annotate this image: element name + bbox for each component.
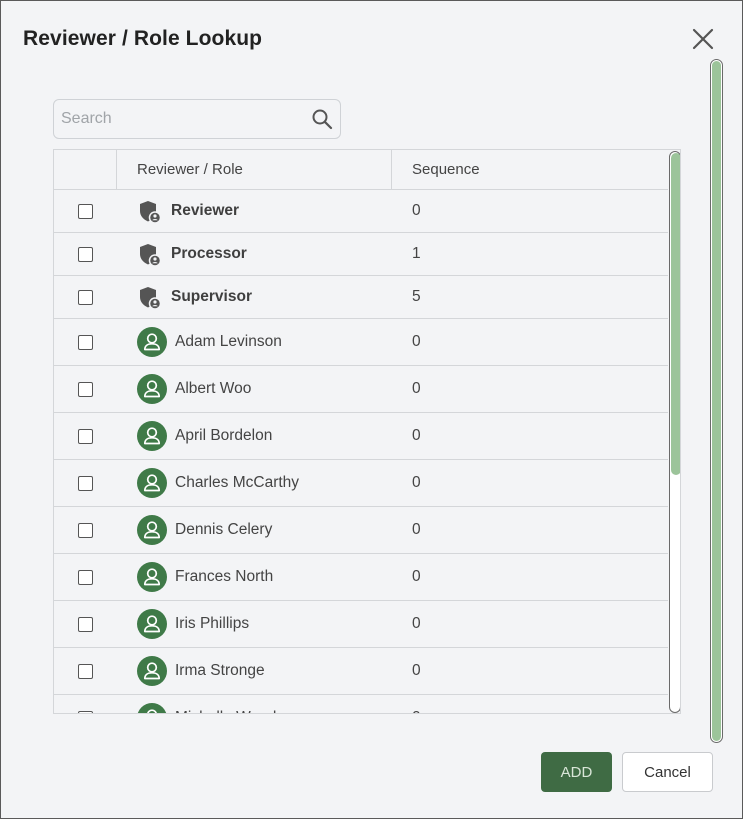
row-checkbox[interactable] — [78, 570, 93, 585]
reviewer-name: Iris Phillips — [175, 615, 250, 632]
role-name: Reviewer — [171, 202, 240, 219]
reviewer-name: Charles McCarthy — [175, 474, 300, 491]
user-avatar-icon — [137, 421, 167, 451]
reviewer-name: Michelle Woods — [175, 709, 284, 713]
reviewer-name: April Bordelon — [175, 427, 273, 444]
close-icon — [692, 28, 714, 50]
table-row[interactable]: Supervisor 5 — [54, 276, 668, 319]
user-avatar-icon — [137, 515, 167, 545]
grid-header: Reviewer / Role Sequence — [54, 150, 668, 190]
grid-scrollbar-rail[interactable] — [669, 151, 680, 713]
grid-scrollbar[interactable] — [668, 150, 680, 713]
sequence-value: 0 — [412, 521, 421, 538]
grid-scrollbar-thumb[interactable] — [671, 153, 680, 475]
row-checkbox[interactable] — [78, 523, 93, 538]
header-select-column — [54, 150, 117, 190]
sequence-value: 0 — [412, 380, 421, 397]
row-checkbox[interactable] — [78, 204, 93, 219]
row-checkbox[interactable] — [78, 429, 93, 444]
row-checkbox[interactable] — [78, 617, 93, 632]
sequence-value: 0 — [412, 568, 421, 585]
sequence-value: 0 — [412, 474, 421, 491]
table-row[interactable]: April Bordelon 0 — [54, 413, 668, 460]
role-name: Supervisor — [171, 288, 252, 305]
grid-body: Reviewer 0 Processor 1 Supervisor 5 Adam Le… — [54, 190, 668, 713]
row-checkbox[interactable] — [78, 711, 93, 713]
header-sequence[interactable]: Sequence — [392, 150, 668, 190]
user-avatar-icon — [137, 562, 167, 592]
header-reviewer-role[interactable]: Reviewer / Role — [117, 150, 392, 190]
shield-user-icon — [139, 200, 162, 224]
user-avatar-icon — [137, 374, 167, 404]
user-avatar-icon — [137, 468, 167, 498]
sequence-value: 0 — [412, 333, 421, 350]
search-icon[interactable] — [311, 108, 333, 130]
role-name: Processor — [171, 245, 247, 262]
row-checkbox[interactable] — [78, 247, 93, 262]
user-avatar-icon — [137, 327, 167, 357]
table-row[interactable]: Irma Stronge 0 — [54, 648, 668, 695]
table-row[interactable]: Frances North 0 — [54, 554, 668, 601]
user-avatar-icon — [137, 609, 167, 639]
cancel-button[interactable]: Cancel — [622, 752, 713, 792]
sequence-value: 0 — [412, 709, 421, 713]
shield-user-icon — [139, 286, 162, 310]
sequence-value: 5 — [412, 288, 421, 305]
sequence-value: 0 — [412, 615, 421, 632]
dialog-scrollbar-thumb[interactable] — [712, 61, 721, 741]
table-row[interactable]: Dennis Celery 0 — [54, 507, 668, 554]
row-checkbox[interactable] — [78, 382, 93, 397]
reviewer-name: Dennis Celery — [175, 521, 273, 538]
lookup-grid: Reviewer / Role Sequence Reviewer 0 Proce… — [53, 149, 681, 714]
table-row[interactable]: Iris Phillips 0 — [54, 601, 668, 648]
search-box — [53, 99, 341, 139]
user-avatar-icon — [137, 703, 167, 713]
table-row[interactable]: Charles McCarthy 0 — [54, 460, 668, 507]
search-input[interactable] — [61, 108, 301, 130]
table-row[interactable]: Adam Levinson 0 — [54, 319, 668, 366]
sequence-value: 0 — [412, 202, 421, 219]
sequence-value: 0 — [412, 662, 421, 679]
table-row[interactable]: Reviewer 0 — [54, 190, 668, 233]
row-checkbox[interactable] — [78, 664, 93, 679]
row-checkbox[interactable] — [78, 335, 93, 350]
dialog-title: Reviewer / Role Lookup — [23, 27, 263, 50]
reviewer-name: Adam Levinson — [175, 333, 282, 350]
sequence-value: 0 — [412, 427, 421, 444]
dialog-scrollbar[interactable] — [710, 59, 723, 743]
table-row[interactable]: Albert Woo 0 — [54, 366, 668, 413]
reviewer-name: Frances North — [175, 568, 274, 585]
user-avatar-icon — [137, 656, 167, 686]
table-row[interactable]: Michelle Woods 0 — [54, 695, 668, 713]
table-row[interactable]: Processor 1 — [54, 233, 668, 276]
shield-user-icon — [139, 243, 162, 267]
sequence-value: 1 — [412, 245, 421, 262]
lookup-dialog: Reviewer / Role Lookup Reviewer / Role S… — [0, 0, 743, 819]
close-button[interactable] — [689, 25, 717, 53]
reviewer-name: Albert Woo — [175, 380, 252, 397]
row-checkbox[interactable] — [78, 290, 93, 305]
add-button[interactable]: ADD — [541, 752, 612, 792]
reviewer-name: Irma Stronge — [175, 662, 265, 679]
row-checkbox[interactable] — [78, 476, 93, 491]
